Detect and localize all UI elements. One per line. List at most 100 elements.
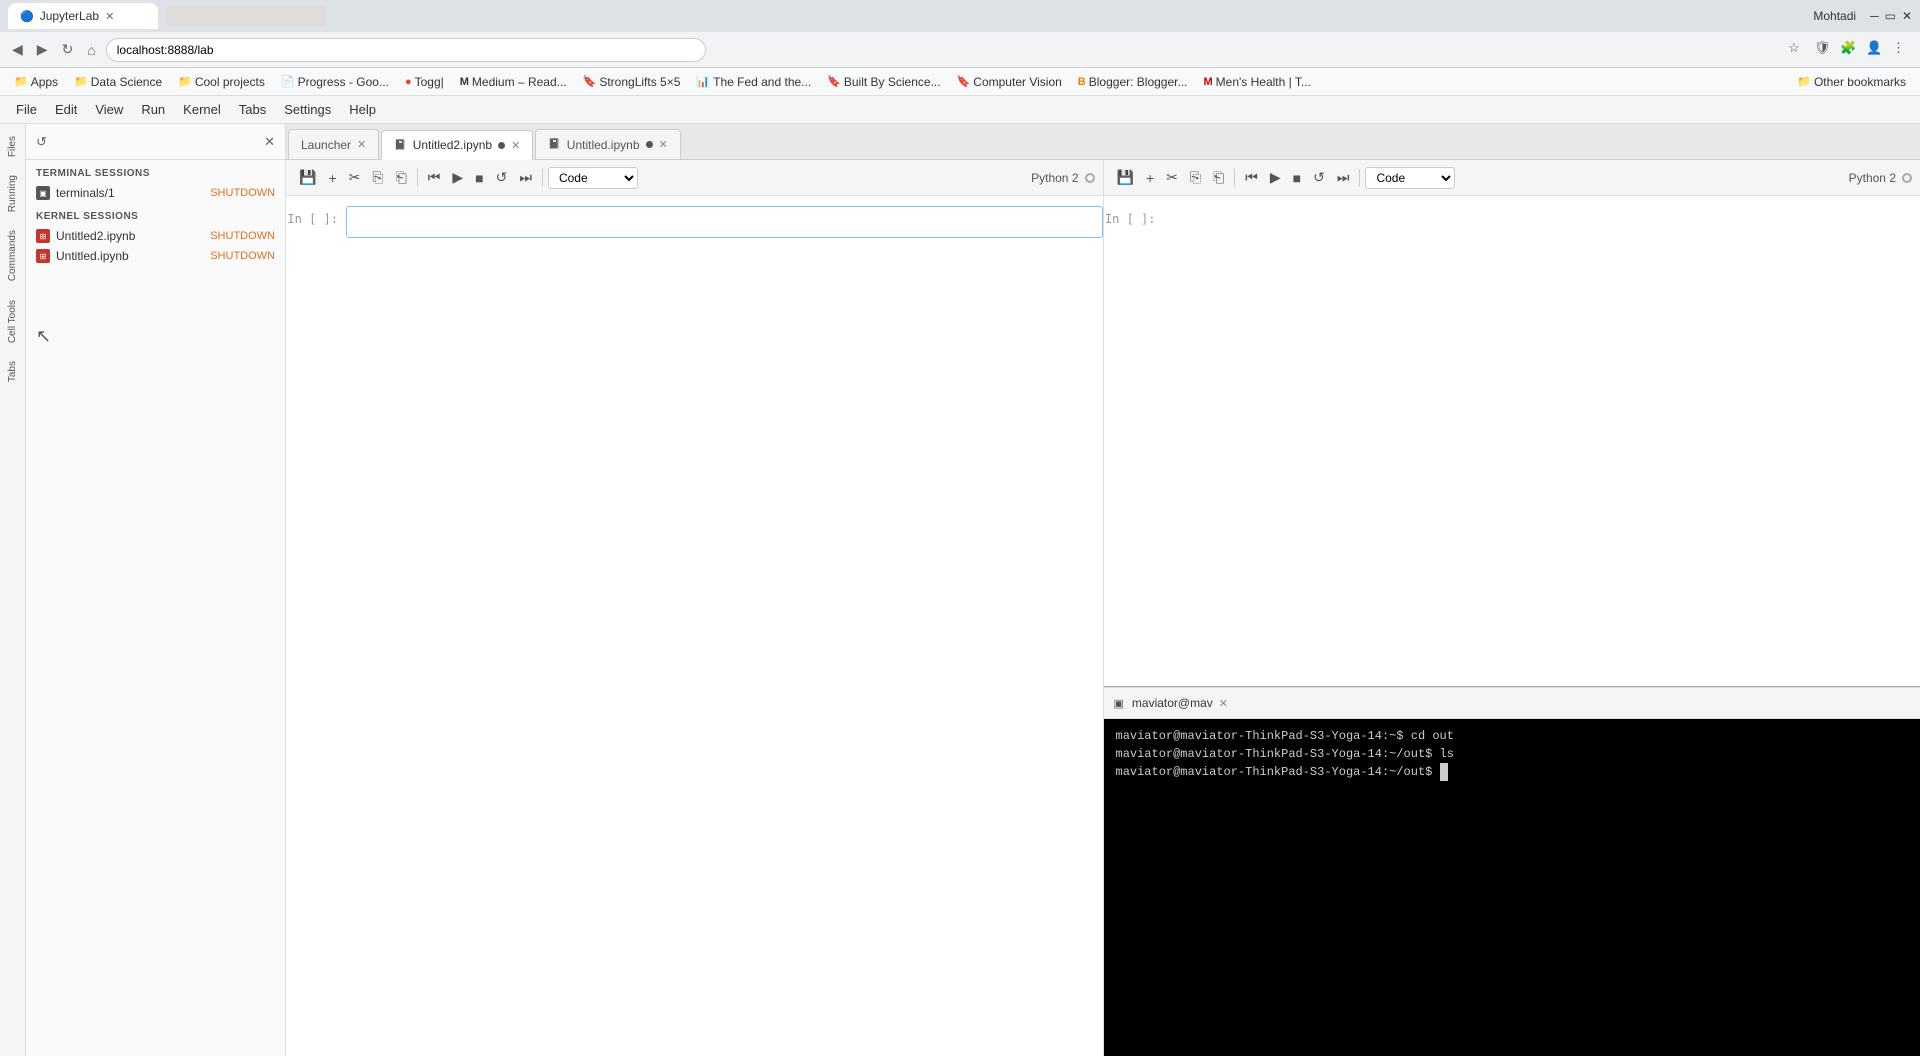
reload-button[interactable]: ↻ xyxy=(58,39,78,60)
settings-icon[interactable]: ⋮ xyxy=(1892,40,1912,60)
tab-untitled2-label: Untitled2.ipynb xyxy=(413,138,492,152)
kernel-shutdown-button-1[interactable]: SHUTDOWN xyxy=(210,250,275,262)
bookmark-other-label: Other bookmarks xyxy=(1814,75,1906,89)
restart-button-right[interactable]: ↺ xyxy=(1308,167,1330,188)
bookmark-coolprojects-label: Cool projects xyxy=(195,75,265,89)
restart-run-button-left[interactable]: ⏭ xyxy=(514,167,537,188)
forward-button[interactable]: ▶ xyxy=(33,39,52,60)
bookmark-medium-label: Medium – Read... xyxy=(472,75,567,89)
cell-type-select-left[interactable]: Code Markdown Raw xyxy=(548,167,638,189)
terminal-session-item[interactable]: ▣ terminals/1 SHUTDOWN xyxy=(26,183,285,203)
bookmark-apps[interactable]: 📁 Apps xyxy=(8,73,64,91)
paste-button-left[interactable]: ⎗ xyxy=(391,167,412,188)
menu-run[interactable]: Run xyxy=(133,99,173,120)
bookmark-progress[interactable]: 📄 Progress - Goo... xyxy=(275,73,395,91)
cut-button-left[interactable]: ✂ xyxy=(344,167,366,188)
bookmark-computervision[interactable]: 🔖 Computer Vision xyxy=(951,73,1068,91)
restart-run-button-right[interactable]: ⏭ xyxy=(1332,167,1355,188)
tab-untitled2[interactable]: 📓 Untitled2.ipynb ✕ xyxy=(381,130,533,160)
tab-launcher-close[interactable]: ✕ xyxy=(357,138,366,151)
bookmark-menshealth[interactable]: M Men's Health | T... xyxy=(1197,73,1316,91)
bookmark-computervision-label: Computer Vision xyxy=(973,75,1062,89)
kernel-shutdown-button-0[interactable]: SHUTDOWN xyxy=(210,230,275,242)
menu-file[interactable]: File xyxy=(8,99,45,120)
sidebar-files-label[interactable]: Files xyxy=(3,128,22,165)
terminal-icon-small: ▣ xyxy=(1114,697,1124,710)
browser-titlebar: 🔵 JupyterLab ✕ Mohtadi ─ ▭ ✕ xyxy=(0,0,1920,32)
stop-button-right[interactable]: ■ xyxy=(1288,168,1306,188)
bookmark-coolprojects[interactable]: 📁 Cool projects xyxy=(172,73,271,91)
add-cell-button-left[interactable]: + xyxy=(323,168,341,188)
stop-button-left[interactable]: ■ xyxy=(470,168,488,188)
toolbar-separator2-left xyxy=(542,169,543,187)
browser-tab-close[interactable]: ✕ xyxy=(105,10,114,23)
cell-body-right-0[interactable] xyxy=(1164,206,1920,238)
terminal-tab-close[interactable]: ✕ xyxy=(1219,697,1228,710)
menu-kernel[interactable]: Kernel xyxy=(175,99,229,120)
menu-view[interactable]: View xyxy=(87,99,131,120)
terminal-tab[interactable]: maviator@mav ✕ xyxy=(1132,696,1228,710)
profile-icon[interactable]: 👤 xyxy=(1866,40,1886,60)
bookmark-other[interactable]: 📁 Other bookmarks xyxy=(1791,73,1912,91)
sidebar-tabs-label[interactable]: Tabs xyxy=(3,353,22,390)
kernel-status-dot-right xyxy=(1902,173,1912,183)
bookmark-medium[interactable]: M Medium – Read... xyxy=(454,73,573,91)
run-button-left[interactable]: ▶ xyxy=(447,167,468,188)
kernel-session-name-1: Untitled.ipynb xyxy=(56,249,129,263)
run-prev-button-right[interactable]: ⏮ xyxy=(1240,167,1263,188)
menu-tabs[interactable]: Tabs xyxy=(231,99,274,120)
add-cell-button-right[interactable]: + xyxy=(1141,168,1159,188)
cell-body-left-0[interactable] xyxy=(346,206,1103,238)
sidebar-celltools-label[interactable]: Cell Tools xyxy=(3,292,22,351)
tab-untitled2-close[interactable]: ✕ xyxy=(511,139,520,152)
menu-edit[interactable]: Edit xyxy=(47,99,85,120)
menu-help[interactable]: Help xyxy=(341,99,384,120)
bookmark-star-icon[interactable]: ☆ xyxy=(1788,40,1808,60)
terminal-content[interactable]: maviator@maviator-ThinkPad-S3-Yoga-14:~$… xyxy=(1104,719,1920,1056)
menu-settings[interactable]: Settings xyxy=(276,99,339,120)
tab-bar: Launcher ✕ 📓 Untitled2.ipynb ✕ 📓 Untitle… xyxy=(286,124,1920,160)
panel-close-button[interactable]: ✕ xyxy=(264,134,275,150)
builtbyscience-icon: 🔖 xyxy=(827,75,841,88)
home-button[interactable]: ⌂ xyxy=(83,40,99,60)
save-button-right[interactable]: 💾 xyxy=(1112,167,1139,188)
kernel-session-item-1[interactable]: ⊞ Untitled.ipynb SHUTDOWN xyxy=(26,246,285,266)
restart-button-left[interactable]: ↺ xyxy=(491,167,513,188)
tab-launcher[interactable]: Launcher ✕ xyxy=(288,129,379,159)
bookmark-datascience[interactable]: 📁 Data Science xyxy=(68,73,168,91)
medium-icon: M xyxy=(460,76,469,88)
kernel-info-right: Python 2 xyxy=(1849,171,1912,185)
left-panel: ↺ ✕ TERMINAL SESSIONS ▣ terminals/1 SHUT… xyxy=(26,124,286,1056)
terminal-titlebar: ▣ maviator@mav ✕ xyxy=(1104,687,1920,719)
tab-untitled-close[interactable]: ✕ xyxy=(659,138,668,151)
bookmark-progress-label: Progress - Goo... xyxy=(298,75,389,89)
copy-button-right[interactable]: ⎘ xyxy=(1185,167,1206,188)
cut-button-right[interactable]: ✂ xyxy=(1161,167,1183,188)
copy-button-left[interactable]: ⎘ xyxy=(367,167,388,188)
tab-untitled[interactable]: 📓 Untitled.ipynb ✕ xyxy=(535,129,680,159)
bookmark-stronglifts[interactable]: 🔖 StrongLifts 5×5 xyxy=(577,73,687,91)
sidebar-running-label[interactable]: Running xyxy=(3,167,22,220)
browser-tab[interactable]: 🔵 JupyterLab ✕ xyxy=(8,3,158,29)
panel-refresh-button[interactable]: ↺ xyxy=(36,134,47,150)
bookmark-builtbyscience[interactable]: 🔖 Built By Science... xyxy=(821,73,946,91)
kernel-name-left: Python 2 xyxy=(1031,171,1078,185)
save-button-left[interactable]: 💾 xyxy=(294,167,321,188)
paste-button-right[interactable]: ⎗ xyxy=(1208,167,1229,188)
jupyter-menubar: File Edit View Run Kernel Tabs Settings … xyxy=(0,96,1920,124)
bookmark-toggl[interactable]: ● Togg| xyxy=(399,73,450,91)
bookmark-fed-label: The Fed and the... xyxy=(713,75,811,89)
sidebar-commands-label[interactable]: Commands xyxy=(3,222,22,289)
extensions-icon[interactable]: 🧩 xyxy=(1840,40,1860,60)
bookmark-fed[interactable]: 📊 The Fed and the... xyxy=(690,73,817,91)
run-prev-button-left[interactable]: ⏮ xyxy=(423,167,446,188)
toolbar-separator2-right xyxy=(1359,169,1360,187)
bookmark-blogger[interactable]: B Blogger: Blogger... xyxy=(1072,73,1194,91)
terminal-shutdown-button[interactable]: SHUTDOWN xyxy=(210,187,275,199)
kernel-session-item-0[interactable]: ⊞ Untitled2.ipynb SHUTDOWN xyxy=(26,226,285,246)
run-button-right[interactable]: ▶ xyxy=(1265,167,1286,188)
kernel-name-right: Python 2 xyxy=(1849,171,1896,185)
back-button[interactable]: ◀ xyxy=(8,39,27,60)
url-bar[interactable] xyxy=(106,38,706,62)
cell-type-select-right[interactable]: Code Markdown Raw xyxy=(1365,167,1455,189)
